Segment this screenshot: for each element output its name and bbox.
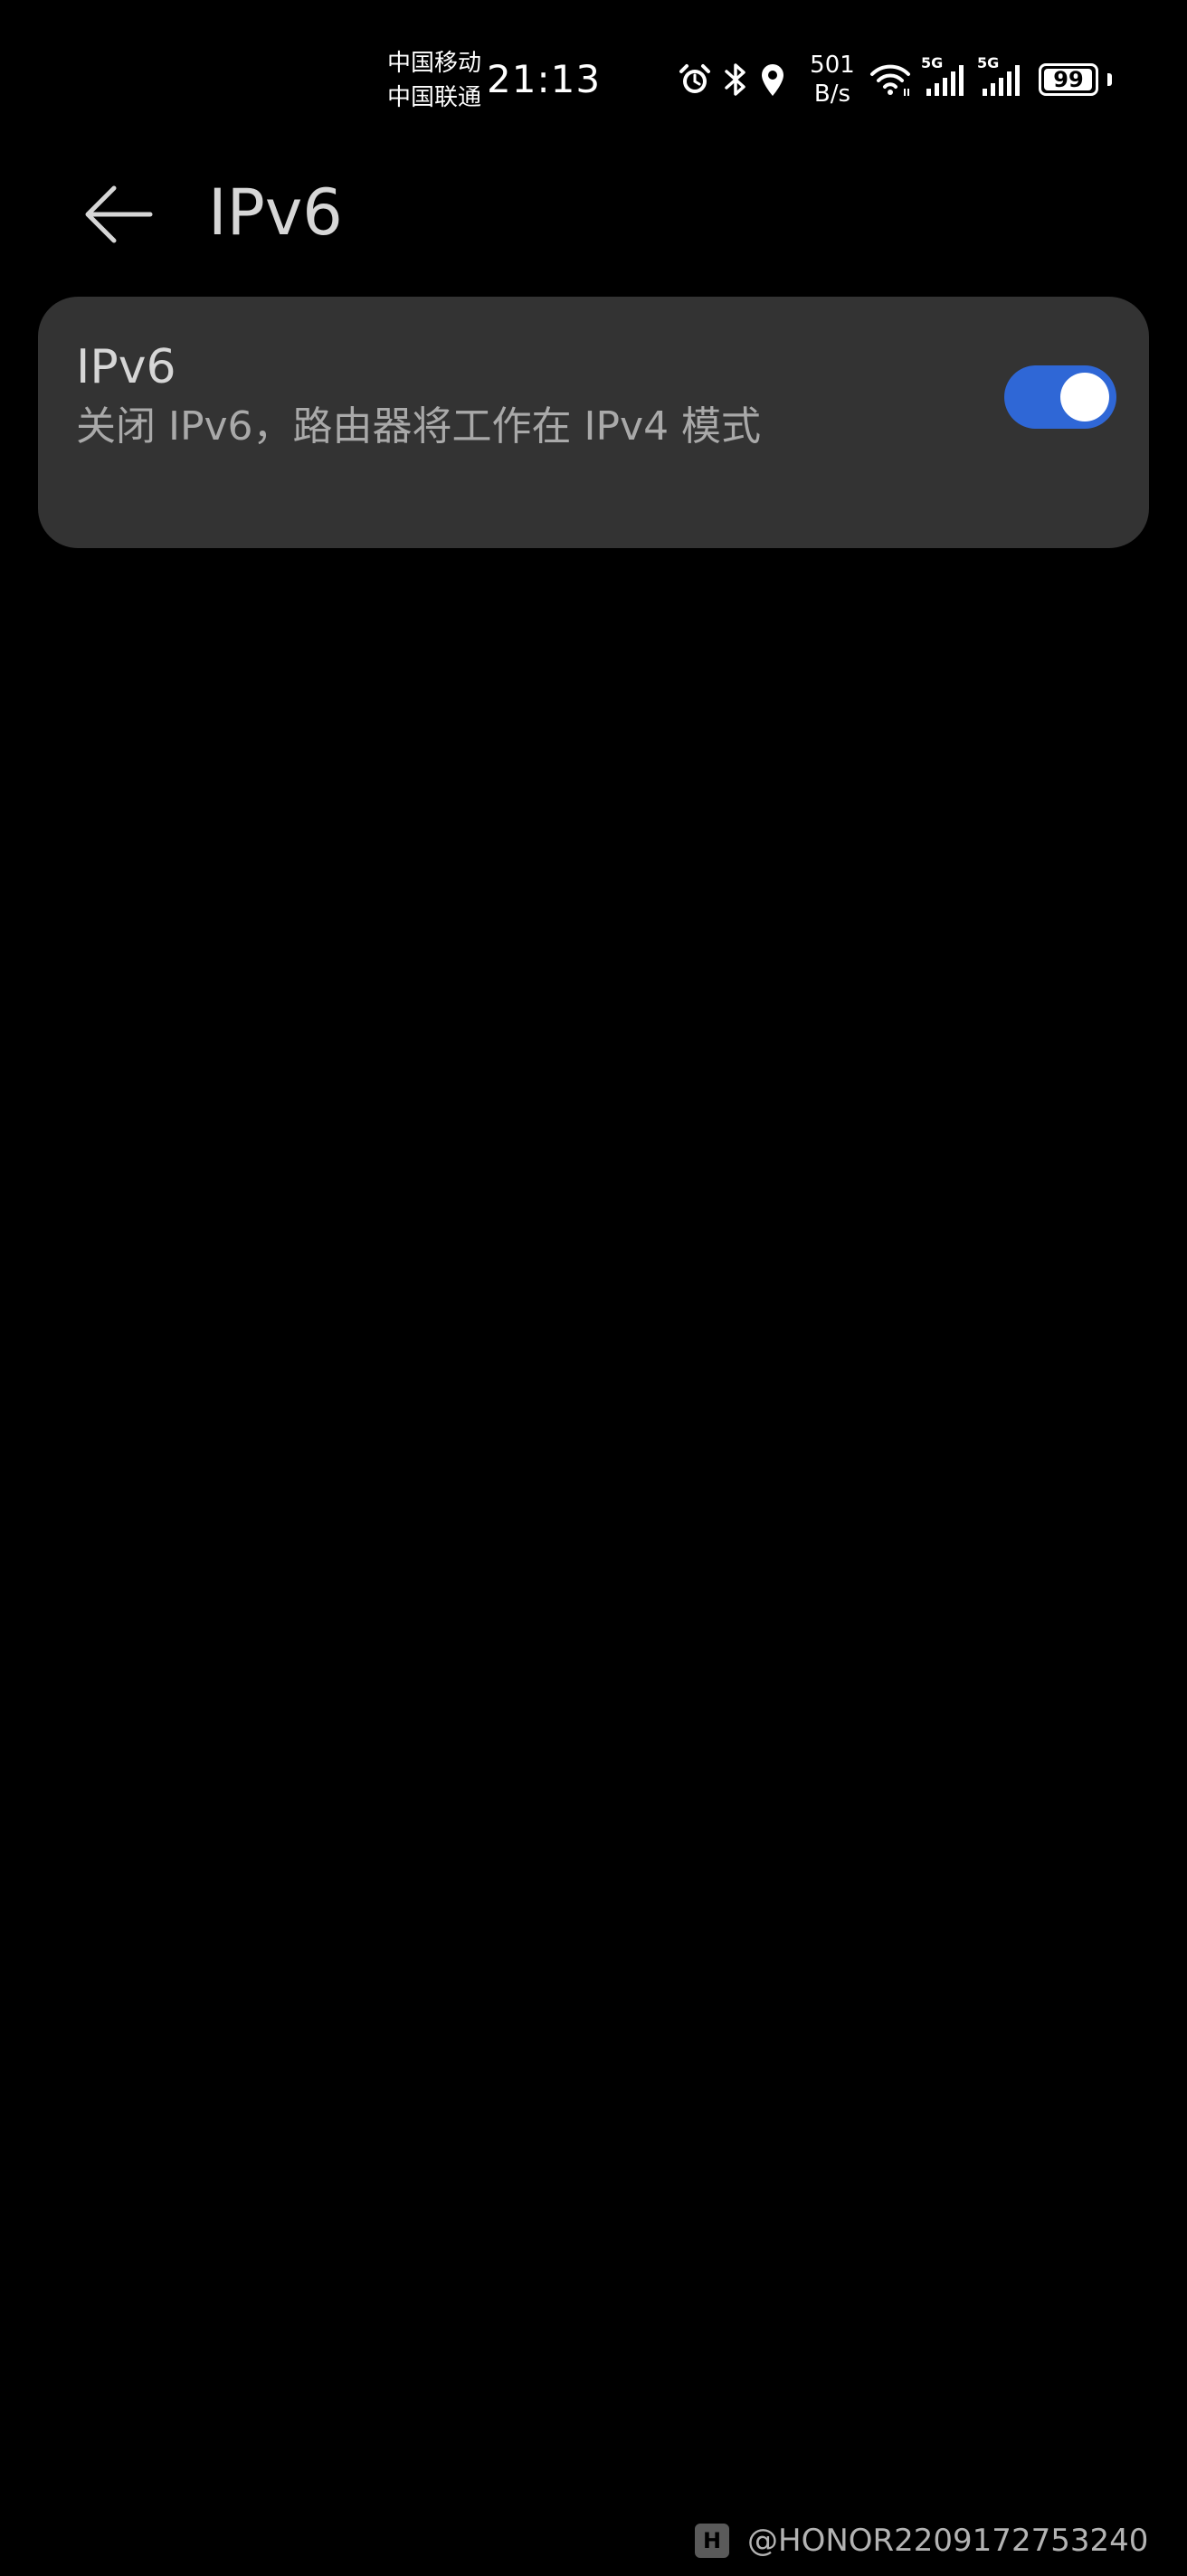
signal-icon: 5G [921,54,968,98]
location-icon [758,62,787,98]
ipv6-setting-description: 关闭 IPv6，路由器将工作在 IPv4 模式 [76,403,762,450]
ipv6-setting-card: IPv6 关闭 IPv6，路由器将工作在 IPv4 模式 [38,297,1149,548]
carrier-2: 中国联通 [387,84,482,111]
honor-logo-icon: H [695,2524,729,2558]
carrier-names: 中国移动 中国联通 [387,47,481,114]
carrier-1: 中国移动 [387,50,482,77]
page-title: IPv6 [208,175,343,250]
back-button[interactable] [78,174,159,255]
bluetooth-icon [722,61,749,99]
signal-icon: 5G [977,54,1024,98]
net-speed-unit: B/s [813,80,851,108]
watermark: H @HONOR2209172753240 [695,2520,1148,2562]
net-speed: 501 B/s [805,51,859,109]
status-icons: 501 B/s 5G 5G 99 [677,51,1112,109]
wifi-icon [869,62,912,98]
ipv6-toggle-switch[interactable] [1004,365,1116,429]
sim1-tech: 5G [921,54,944,71]
net-speed-value: 501 [810,52,855,79]
watermark-text: @HONOR2209172753240 [747,2523,1149,2559]
arrow-left-icon [85,185,153,243]
status-bar: 中国移动 中国联通 21:13 501 B/s 5G 5G 99 [0,0,1187,145]
status-time: 21:13 [487,57,602,101]
battery-icon: 99 [1039,63,1098,96]
app-bar: IPv6 [0,154,1187,262]
sim2-tech: 5G [977,54,1000,71]
alarm-icon [677,62,713,98]
ipv6-setting-title: IPv6 [76,340,176,394]
toggle-knob [1060,373,1109,421]
battery-tip [1107,73,1112,86]
screen: 中国移动 中国联通 21:13 501 B/s 5G 5G 99 IPv6 IP… [0,0,1187,2576]
battery-level: 99 [1053,67,1084,92]
